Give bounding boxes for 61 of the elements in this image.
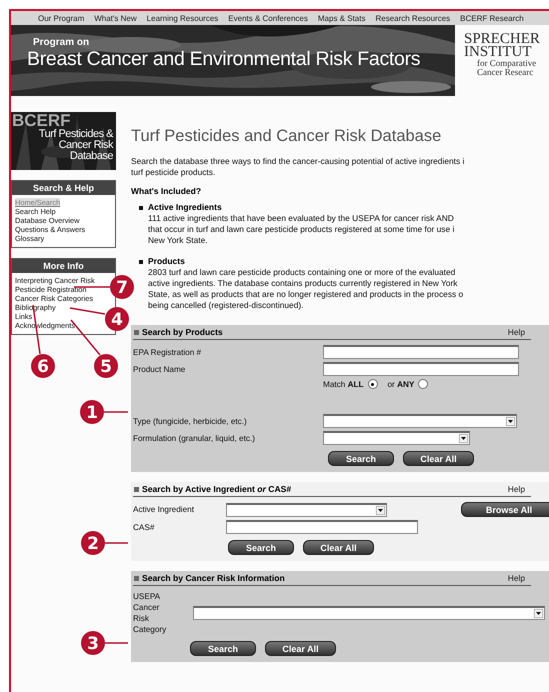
help-link[interactable]: Help: [508, 327, 525, 337]
callout-marker: 7: [110, 275, 134, 299]
browse-all-button[interactable]: Browse All: [461, 502, 549, 517]
item-heading: Active Ingredients: [148, 202, 223, 213]
item-heading: Products: [148, 256, 186, 267]
field-label: Product Name: [133, 364, 186, 374]
field-label: Active Ingredient: [133, 505, 195, 514]
field-label: Type (fungicide, herbicide, etc.): [133, 416, 248, 426]
banner-kicker: Program on: [33, 37, 90, 48]
clear-all-button[interactable]: Clear All: [265, 641, 336, 656]
banner-title: Breast Cancer and Environmental Risk Factors: [27, 48, 420, 71]
item-text: State, as well as products that are no longer registered and products in the process o: [148, 289, 464, 300]
nav-link[interactable]: Research Resources: [375, 14, 450, 22]
badge-text: Database: [70, 151, 113, 162]
item-text: 2803 turf and lawn care pesticide products containing one or more of the evaluated: [148, 267, 456, 278]
intro-text: turf pesticide products.: [131, 167, 216, 178]
option-label: Match ALL: [323, 380, 364, 388]
section-heading: What's Included?: [131, 186, 202, 196]
logo-text: for Comparative: [477, 59, 538, 68]
clear-all-button[interactable]: Clear All: [403, 451, 474, 466]
nav-link[interactable]: Our Program: [38, 14, 84, 22]
badge-text: Turf Pesticides &: [38, 129, 113, 140]
nav-link[interactable]: BCERF Research: [460, 14, 524, 22]
callout-marker: 5: [94, 354, 118, 378]
item-text: active ingredients. The database contains products currently registered in New York: [148, 278, 458, 289]
search-button[interactable]: Search: [190, 641, 256, 656]
help-link[interactable]: Help: [508, 573, 525, 583]
callout-marker: 6: [31, 354, 55, 378]
item-text: New York State.: [148, 235, 209, 246]
badge-text: Cancer Risk: [58, 140, 113, 151]
page-title: Turf Pesticides and Cancer Risk Database: [131, 127, 442, 146]
nav-link[interactable]: Maps & Stats: [318, 14, 366, 22]
field-label: CAS#: [133, 522, 156, 532]
option-label: or ANY: [388, 380, 414, 388]
clear-all-button[interactable]: Clear All: [303, 540, 374, 555]
item-text: being cancelled (registered-discontinued).: [148, 300, 304, 311]
panel-title: Search by Active Ingredient or CAS#: [142, 484, 292, 494]
logo-text: INSTITUT: [464, 46, 532, 59]
callout-marker: 2: [81, 531, 105, 555]
search-button[interactable]: Search: [328, 451, 394, 466]
field-label: USEPA Cancer Risk Category: [133, 591, 168, 635]
callout-marker: 1: [80, 400, 104, 424]
panel-title: Search by Products: [142, 327, 224, 337]
nav-link[interactable]: Events & Conferences: [228, 14, 308, 22]
callout-marker: 3: [81, 631, 105, 655]
badge-text: BCERF: [12, 112, 71, 129]
intro-text: Search the database three ways to find the cancer-causing potential of active ingredients i: [131, 156, 466, 167]
logo-text: Cancer Researc: [477, 68, 534, 77]
help-link[interactable]: Help: [508, 484, 525, 494]
nav-link[interactable]: Learning Resources: [146, 14, 218, 22]
item-text: that occur in turf and lawn care pesticide products registered at some time for use i: [148, 224, 454, 235]
field-label: EPA Registration #: [133, 348, 202, 356]
sidebar-heading: More Info: [12, 259, 115, 273]
sidebar-heading: Search & Help: [12, 181, 115, 195]
item-text: 111 active ingredients that have been evaluated by the USEPA for cancer risk AND: [148, 213, 454, 224]
callout-marker: 4: [105, 307, 129, 331]
logo-text: SPRECHER: [464, 33, 540, 46]
search-button[interactable]: Search: [228, 540, 294, 555]
field-label: Formulation (granular, liquid, etc.): [133, 434, 256, 442]
nav-link[interactable]: What's New: [94, 14, 137, 22]
panel-title: Search by Cancer Risk Information: [142, 573, 286, 583]
